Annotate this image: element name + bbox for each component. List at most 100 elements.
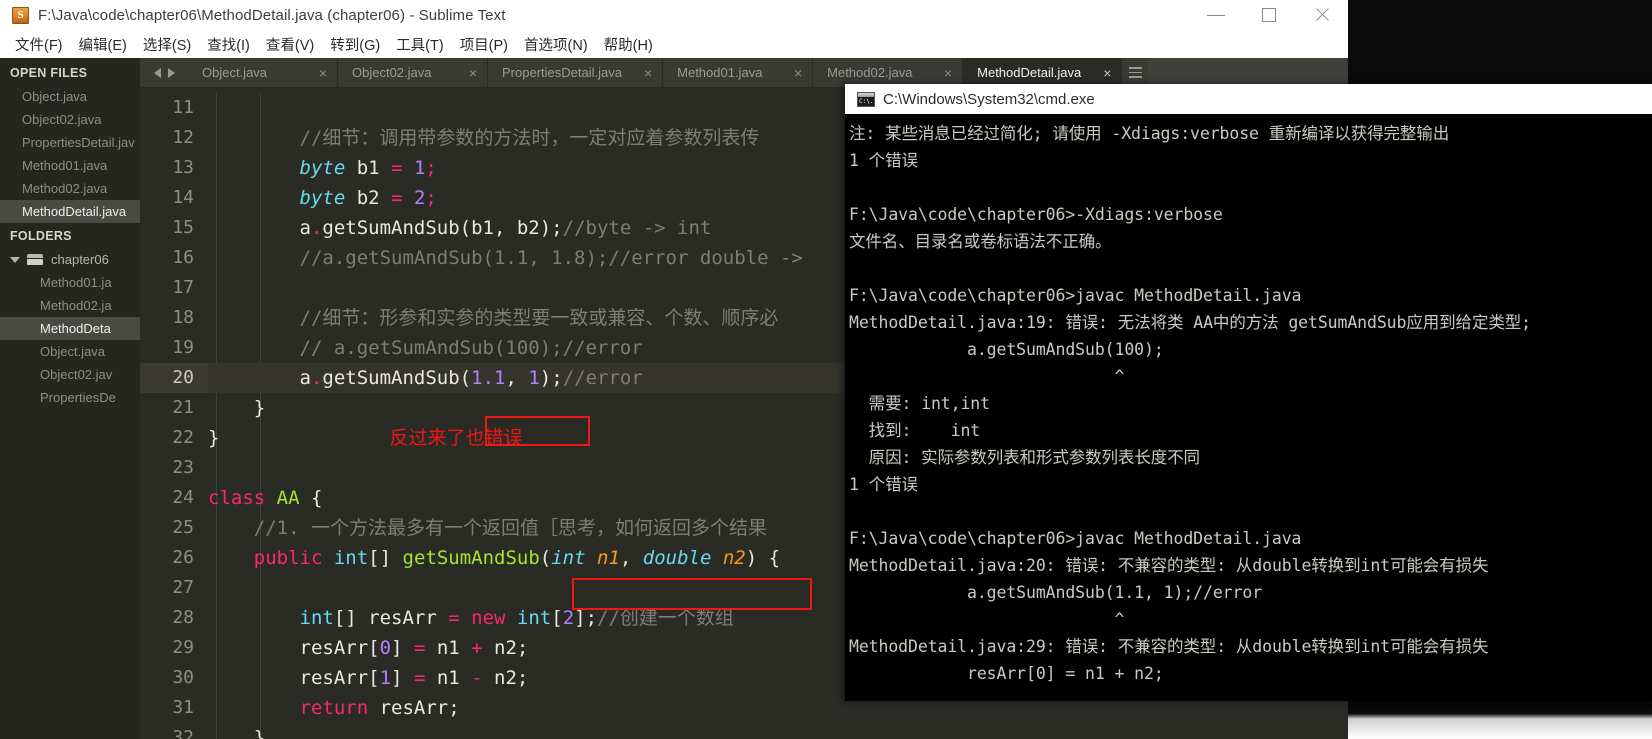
- cmd-title-text: C:\Windows\System32\cmd.exe: [883, 90, 1095, 108]
- line-number: 11: [172, 97, 194, 118]
- menu-item-selection[interactable]: 选择(S): [135, 32, 199, 57]
- tab-label: Method01.java: [677, 65, 763, 80]
- chevron-left-icon[interactable]: [153, 67, 161, 78]
- menu-item-project[interactable]: 项目(P): [452, 32, 516, 57]
- menu-bar: 文件(F) 编辑(E) 选择(S) 查找(I) 查看(V) 转到(G) 工具(T…: [0, 30, 1348, 58]
- sidebar-heading-folders: FOLDERS: [10, 229, 72, 243]
- terminal-line: MethodDetail.java:20: 错误: 不兼容的类型: 从doubl…: [849, 556, 1489, 575]
- cmd-icon: [857, 91, 875, 107]
- terminal-line: ^: [849, 610, 1125, 629]
- maximize-button[interactable]: [1242, 0, 1295, 30]
- menu-item-help[interactable]: 帮助(H): [596, 32, 661, 57]
- menu-item-file[interactable]: 文件(F): [7, 32, 71, 57]
- minimize-button[interactable]: [1189, 0, 1242, 30]
- line-number-gutter: 11 12 13 14 15 16 17 18 19 20 21 22 23 2…: [140, 89, 208, 739]
- sidebar-open-file-methoddetail[interactable]: MethodDetail.java: [0, 200, 140, 223]
- tab-label: Object02.java: [352, 65, 432, 80]
- tab-scroll-controls[interactable]: [140, 58, 188, 87]
- cmd-window: C:\Windows\System32\cmd.exe 注: 某些消息已经过简化…: [845, 84, 1652, 701]
- menu-item-find[interactable]: 查找(I): [199, 32, 258, 57]
- line-number: 13: [172, 157, 194, 178]
- tab-propertiesdetail-java[interactable]: PropertiesDetail.java ×: [488, 58, 664, 87]
- folder-icon: [27, 254, 43, 265]
- code-line-32: }: [208, 727, 266, 739]
- minimize-icon: [1206, 14, 1225, 16]
- terminal-line: 需要: int,int: [849, 394, 990, 413]
- menu-item-view[interactable]: 查看(V): [258, 32, 322, 57]
- close-icon[interactable]: ×: [794, 66, 802, 80]
- hamburger-icon: [1128, 76, 1142, 78]
- terminal-line: 1 个错误: [849, 151, 918, 170]
- sidebar-open-file-method01[interactable]: Method01.java: [0, 154, 140, 177]
- sidebar-folder-file-method01[interactable]: Method01.ja: [0, 271, 140, 294]
- sublime-title-bar: F:\Java\code\chapter06\MethodDetail.java…: [0, 0, 1348, 30]
- close-icon[interactable]: ×: [944, 66, 952, 80]
- cmd-output[interactable]: 注: 某些消息已经过简化; 请使用 -Xdiags:verbose 重新编译以获…: [845, 114, 1652, 701]
- chevron-down-icon: [10, 256, 20, 263]
- terminal-line: a.getSumAndSub(100);: [849, 340, 1164, 359]
- tab-methoddetail-java[interactable]: MethodDetail.java ×: [963, 58, 1123, 87]
- sidebar-folder-file-methoddetail[interactable]: MethodDeta: [0, 317, 140, 340]
- tab-method01-java[interactable]: Method01.java ×: [663, 58, 814, 87]
- line-number: 16: [172, 247, 194, 268]
- sidebar-folder-file-propertiesdetail[interactable]: PropertiesDe: [0, 386, 140, 409]
- hamburger-icon: [1128, 67, 1142, 69]
- chevron-right-icon[interactable]: [167, 67, 175, 78]
- sidebar-folder-file-method02[interactable]: Method02.ja: [0, 294, 140, 317]
- menu-item-goto[interactable]: 转到(G): [322, 32, 388, 57]
- terminal-line: F:\Java\code\chapter06>javac MethodDetai…: [849, 529, 1302, 548]
- terminal-line: MethodDetail.java:19: 错误: 无法将类 AA中的方法 ge…: [849, 313, 1531, 332]
- tab-overflow-menu-button[interactable]: [1122, 58, 1149, 87]
- terminal-line: 注: 某些消息已经过简化; 请使用 -Xdiags:verbose 重新编译以获…: [849, 124, 1450, 143]
- tab-object-java[interactable]: Object.java ×: [188, 58, 338, 87]
- cmd-title-bar: C:\Windows\System32\cmd.exe: [845, 84, 1652, 114]
- tab-object02-java[interactable]: Object02.java ×: [338, 58, 488, 87]
- tab-label: Object.java: [202, 65, 268, 80]
- sidebar-folder-chapter06[interactable]: chapter06: [0, 248, 140, 271]
- close-icon[interactable]: ×: [319, 66, 327, 80]
- close-icon[interactable]: ×: [469, 66, 477, 80]
- line-number: 18: [172, 307, 194, 328]
- terminal-line: ^: [849, 367, 1125, 386]
- line-number: 29: [172, 637, 194, 658]
- maximize-icon: [1261, 8, 1276, 22]
- menu-item-tools[interactable]: 工具(T): [388, 32, 452, 57]
- line-number: 32: [172, 727, 194, 739]
- sidebar-open-file-object[interactable]: Object.java: [0, 85, 140, 108]
- window-controls: [1189, 0, 1348, 30]
- close-icon[interactable]: ×: [1103, 66, 1111, 80]
- line-number: 30: [172, 667, 194, 688]
- line-number: 25: [172, 517, 194, 538]
- sidebar-folder-file-object02[interactable]: Object02.jav: [0, 363, 140, 386]
- tab-label: MethodDetail.java: [977, 65, 1082, 80]
- line-number: 19: [172, 337, 194, 358]
- line-number: 21: [172, 397, 194, 418]
- annotation-red-text: 反过来了也错误: [389, 428, 523, 449]
- sidebar-open-file-method02[interactable]: Method02.java: [0, 177, 140, 200]
- window-title: F:\Java\code\chapter06\MethodDetail.java…: [38, 6, 506, 24]
- terminal-line: a.getSumAndSub(1.1, 1);//error: [849, 583, 1263, 602]
- sidebar-folder-label: chapter06: [51, 252, 109, 267]
- tab-label: PropertiesDetail.java: [502, 65, 622, 80]
- sidebar-folder-file-object[interactable]: Object.java: [0, 340, 140, 363]
- line-number: 26: [172, 547, 194, 568]
- close-button[interactable]: [1295, 0, 1348, 30]
- sidebar-open-file-propertiesdetail[interactable]: PropertiesDetail.jav: [0, 131, 140, 154]
- screen-root: F:\Java\code\chapter06\MethodDetail.java…: [0, 0, 1652, 739]
- hamburger-icon: [1128, 71, 1142, 74]
- terminal-line: resArr[0] = n1 + n2;: [849, 664, 1164, 683]
- line-number: 23: [172, 457, 194, 478]
- tab-label: Method02.java: [827, 65, 913, 80]
- terminal-line: F:\Java\code\chapter06>javac MethodDetai…: [849, 286, 1302, 305]
- sidebar-heading-open-files: OPEN FILES: [10, 66, 88, 80]
- line-number: 24: [172, 487, 194, 508]
- close-icon[interactable]: ×: [644, 66, 652, 80]
- terminal-line: MethodDetail.java:29: 错误: 不兼容的类型: 从doubl…: [849, 637, 1489, 656]
- sidebar-open-file-object02[interactable]: Object02.java: [0, 108, 140, 131]
- menu-item-edit[interactable]: 编辑(E): [71, 32, 135, 57]
- menu-item-preferences[interactable]: 首选项(N): [516, 32, 596, 57]
- terminal-line: 1 个错误: [849, 475, 918, 494]
- tab-method02-java[interactable]: Method02.java ×: [813, 58, 964, 87]
